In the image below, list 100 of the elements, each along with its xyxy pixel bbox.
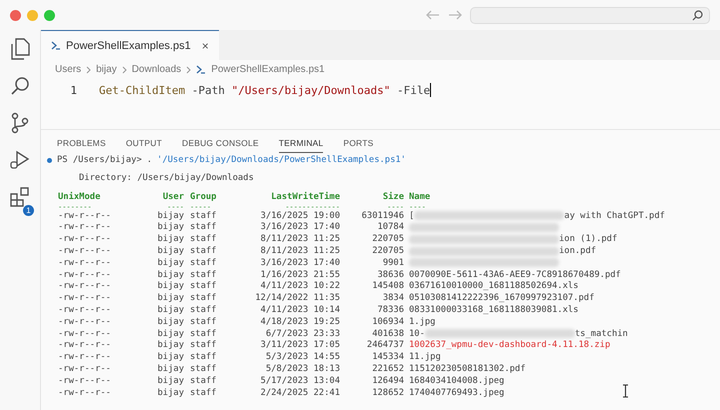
time-cell-text: 3/16/2023 17:40: [260, 222, 340, 232]
group-cell-text: staff: [190, 281, 218, 292]
time-cell-text: 6/7/2023 23:33: [264, 328, 340, 339]
size-cell-text: 63011946: [360, 210, 404, 221]
time-cell-text: 12/14/2022 11:35: [254, 293, 340, 304]
mode-cell-text: -rw-r--r--: [58, 305, 112, 316]
panel-tab[interactable]: PROBLEMS: [57, 138, 106, 153]
group-cell-text: staff: [190, 388, 218, 398]
group-cell-text: staff: [190, 210, 218, 221]
user-cell-text: bijay: [156, 328, 184, 339]
size-cell-text: 10784: [376, 222, 404, 232]
close-tab-button[interactable]: ×: [202, 38, 209, 52]
mode-cell-text: -rw-r--r--: [58, 210, 112, 221]
back-arrow-icon[interactable]: [426, 10, 440, 20]
zoom-window-control[interactable]: [44, 10, 55, 20]
powershell-icon: [196, 65, 206, 74]
terminal-command: .: [146, 155, 152, 165]
terminal-prompt: PS /Users/bijay>: [57, 155, 142, 165]
breadcrumb-item[interactable]: bijay: [96, 64, 117, 75]
group-cell-text: staff: [190, 352, 218, 362]
mode-cell-text: -rw-r--r--: [58, 222, 112, 232]
user-cell-text: bijay: [156, 293, 184, 304]
mode-cell-text: -rw-r--r--: [58, 316, 112, 327]
column-header: Size: [382, 192, 404, 202]
user-cell-text: bijay: [156, 340, 184, 350]
breadcrumb-item[interactable]: Downloads: [132, 64, 182, 75]
code-line: Get-ChildItem -Path "/Users/bijay/Downloads" -File: [99, 84, 430, 96]
name-cell: 1.jpg: [409, 316, 436, 327]
directory-label: Directory: /Users/bijay/Downloads: [79, 173, 254, 183]
play-bug-icon[interactable]: [10, 150, 30, 170]
close-window-control[interactable]: [10, 10, 21, 20]
search-icon[interactable]: [10, 76, 30, 96]
name-cell: 11.jpg: [409, 352, 441, 362]
name-cell: 05103081412222396_1670997923107.pdf: [409, 293, 594, 304]
size-cell-text: 126494: [371, 376, 404, 386]
time-cell-text: 8/11/2023 11:25: [260, 234, 340, 244]
editor-tab[interactable]: PowerShellExamples.ps1 ×: [41, 30, 219, 60]
forward-arrow-icon[interactable]: [448, 10, 462, 20]
group-cell-text: staff: [190, 222, 218, 232]
mode-cell-text: -rw-r--r--: [58, 352, 112, 362]
name-cell: ion.pdf: [559, 246, 596, 256]
size-cell-text: 78336: [376, 305, 404, 316]
user-cell-text: bijay: [156, 364, 184, 374]
group-cell-text: staff: [190, 316, 218, 327]
group-cell-text: staff: [190, 270, 218, 280]
user-cell-text: bijay: [156, 281, 184, 292]
user-cell-text: bijay: [156, 270, 184, 280]
time-cell-text: 5/17/2023 13:04: [260, 376, 340, 386]
search-icon: [692, 10, 703, 20]
mode-cell-text: -rw-r--r--: [58, 364, 112, 374]
time-cell-text: 2/24/2025 22:41: [260, 388, 340, 398]
group-cell-text: staff: [190, 246, 218, 256]
column-header: User: [162, 192, 184, 202]
user-cell-text: bijay: [156, 210, 184, 221]
user-cell-text: bijay: [156, 352, 184, 362]
mode-cell-text: -rw-r--r--: [58, 388, 112, 398]
group-cell-text: staff: [190, 364, 218, 374]
chevron-icon: [86, 66, 92, 74]
user-cell-text: bijay: [156, 376, 184, 386]
name-cell: 1684034104008.jpeg: [409, 376, 504, 386]
name-cell: [: [409, 210, 414, 221]
size-cell-text: 220705: [371, 246, 404, 256]
mode-cell-text: -rw-r--r--: [58, 246, 112, 256]
size-cell-text: 221652: [371, 364, 404, 374]
name-cell: ts_matchin: [574, 328, 628, 339]
minimize-window-control[interactable]: [27, 10, 38, 20]
size-cell-text: 38636: [376, 270, 404, 280]
user-cell-text: bijay: [156, 258, 184, 268]
name-cell: 08331000033168_1681188039081.xls: [409, 305, 578, 316]
panel-tab[interactable]: OUTPUT: [126, 138, 162, 153]
user-cell-text: bijay: [156, 234, 184, 244]
chevron-icon: [122, 66, 127, 74]
size-cell-text: 220705: [371, 234, 404, 244]
time-cell-text: 4/18/2023 19:25: [260, 316, 340, 327]
panel-tab[interactable]: TERMINAL: [278, 138, 324, 153]
extensions-icon[interactable]: [9, 186, 31, 208]
mode-cell-text: -rw-r--r--: [58, 234, 112, 244]
time-cell-text: 4/11/2023 10:22: [260, 281, 340, 292]
size-cell-text: 145408: [371, 281, 404, 292]
command-center-field[interactable]: [470, 6, 710, 24]
breadcrumb-item[interactable]: Users: [55, 64, 82, 75]
branch-icon[interactable]: [11, 112, 29, 134]
mode-cell-text: -rw-r--r--: [58, 340, 112, 350]
user-cell-text: bijay: [156, 222, 184, 232]
time-cell-text: 4/11/2023 10:14: [260, 305, 340, 316]
panel-tab[interactable]: PORTS: [343, 138, 374, 153]
group-cell-text: staff: [190, 258, 218, 268]
name-cell: 1002637_wpmu-dev-dashboard-4.11.18.zip: [409, 340, 610, 350]
files-icon[interactable]: [10, 38, 30, 60]
name-cell: 1740407769493.jpeg: [409, 388, 504, 398]
user-cell-text: bijay: [156, 305, 184, 316]
time-cell-text: 3/16/2023 17:40: [260, 258, 340, 268]
size-cell-text: 2464737: [366, 340, 404, 350]
breadcrumb-item[interactable]: PowerShellExamples.ps1: [211, 64, 325, 75]
time-cell-text: 3/11/2023 17:05: [260, 340, 340, 350]
text-cursor-icon: [622, 384, 629, 398]
column-header: LastWriteTime: [270, 192, 340, 202]
panel-tab[interactable]: DEBUG CONSOLE: [182, 138, 259, 153]
column-header: Group: [190, 192, 218, 202]
size-cell-text: 145334: [371, 352, 404, 362]
